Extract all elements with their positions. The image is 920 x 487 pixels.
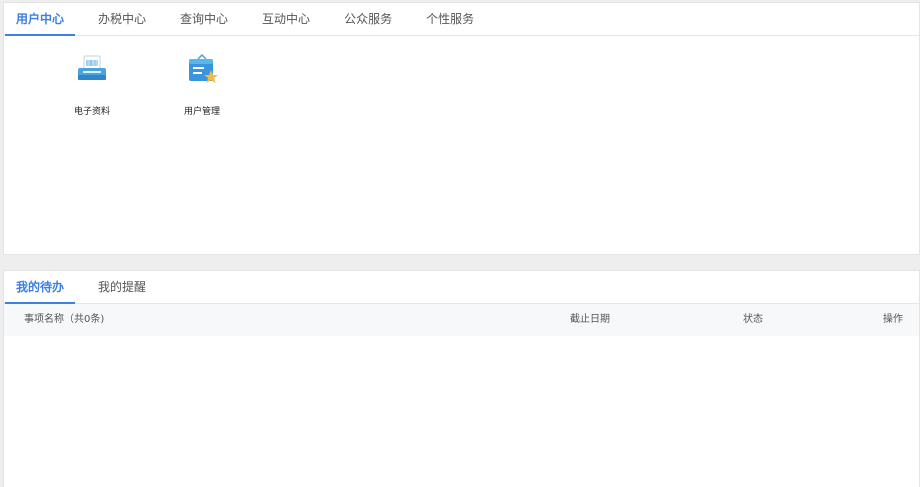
tab-tax-center[interactable]: 办税中心 xyxy=(87,3,157,35)
todo-table-header: 事项名称（共0条) 截止日期 状态 操作 xyxy=(4,304,919,336)
column-item-name: 事项名称（共0条) xyxy=(24,314,105,325)
service-tabs: 用户中心 办税中心 查询中心 互动中心 公众服务 个性服务 xyxy=(4,3,919,36)
tab-public-service[interactable]: 公众服务 xyxy=(333,3,403,35)
todo-tabs: 我的待办 我的提醒 xyxy=(4,271,919,304)
tab-interaction-center[interactable]: 互动中心 xyxy=(251,3,321,35)
column-status: 状态 xyxy=(743,314,763,325)
printer-icon xyxy=(75,53,109,87)
column-action: 操作 xyxy=(883,314,903,325)
tab-personal-service[interactable]: 个性服务 xyxy=(415,3,485,35)
app-label-electronic-data: 电子资料 xyxy=(73,107,110,117)
service-panel: 用户中心 办税中心 查询中心 互动中心 公众服务 个性服务 电子资料 用户管理 xyxy=(3,2,920,255)
app-grid: 电子资料 用户管理 xyxy=(4,53,919,123)
app-label-user-management: 用户管理 xyxy=(183,107,220,117)
tab-query-center[interactable]: 查询中心 xyxy=(169,3,239,35)
todo-panel: 我的待办 我的提醒 事项名称（共0条) 截止日期 状态 操作 xyxy=(3,270,920,487)
tab-my-reminders[interactable]: 我的提醒 xyxy=(87,271,157,303)
app-electronic-data[interactable]: 电子资料 xyxy=(62,53,122,117)
tab-user-center[interactable]: 用户中心 xyxy=(5,3,76,36)
column-deadline: 截止日期 xyxy=(570,314,610,325)
user-card-star-icon xyxy=(185,53,219,87)
app-user-management[interactable]: 用户管理 xyxy=(172,53,232,117)
tab-my-todos[interactable]: 我的待办 xyxy=(5,271,76,304)
